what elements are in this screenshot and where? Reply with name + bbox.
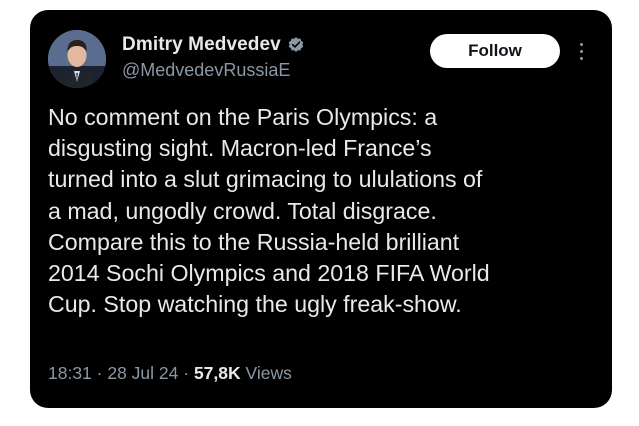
tweet-date[interactable]: 28 Jul 24 <box>107 363 178 383</box>
avatar-portrait-icon <box>48 30 106 88</box>
display-name[interactable]: Dmitry Medvedev <box>122 34 281 56</box>
more-dot <box>579 56 583 60</box>
tweet-card: Dmitry Medvedev @MedvedevRussiaE Follow … <box>30 10 612 408</box>
tweet-time[interactable]: 18:31 <box>48 363 92 383</box>
views-label: Views <box>240 363 292 383</box>
author-name-row: Dmitry Medvedev <box>122 34 305 56</box>
more-options-icon[interactable] <box>573 38 589 64</box>
meta-separator: · <box>178 363 194 383</box>
tweet-meta: 18:31 · 28 Jul 24 · 57,8K Views <box>48 363 292 384</box>
tweet-text: No comment on the Paris Olympics: a disg… <box>48 104 490 318</box>
follow-button[interactable]: Follow <box>430 34 560 68</box>
more-dot <box>579 49 583 53</box>
verified-badge-icon <box>287 36 305 54</box>
author-handle[interactable]: @MedvedevRussiaE <box>122 60 290 81</box>
views-count: 57,8K <box>193 363 241 383</box>
meta-separator: · <box>91 363 108 383</box>
avatar[interactable] <box>48 30 106 88</box>
more-dot <box>579 42 583 46</box>
